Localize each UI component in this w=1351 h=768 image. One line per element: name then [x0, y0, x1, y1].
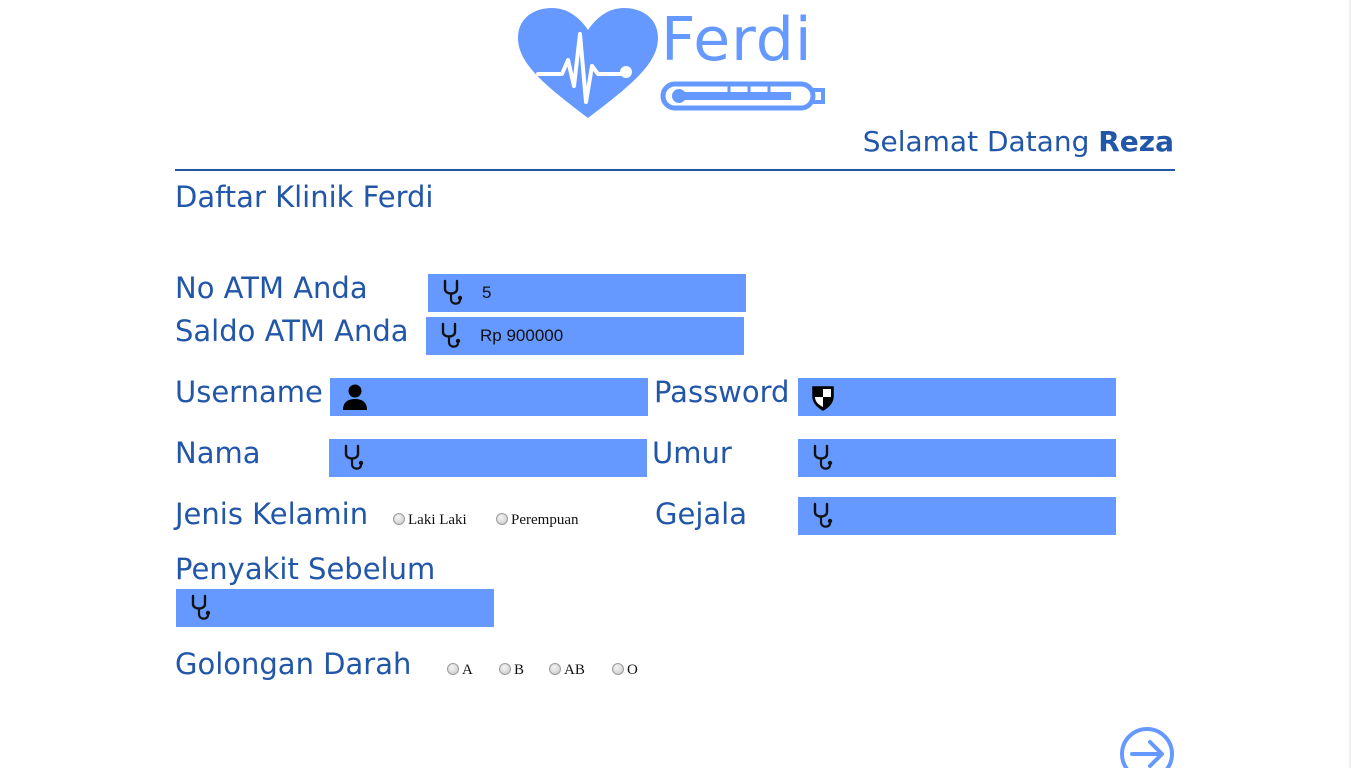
radio-label-b: B: [514, 662, 525, 678]
radio-button[interactable]: [499, 663, 511, 675]
radio-button[interactable]: [549, 663, 561, 675]
radio-label-perempuan: Perempuan: [511, 512, 579, 528]
radio-button[interactable]: [496, 513, 508, 525]
stethoscope-icon: [813, 444, 833, 470]
logo: Ferdi: [516, 5, 828, 122]
atm-number-value[interactable]: 5: [482, 274, 491, 312]
stethoscope-icon: [443, 279, 463, 305]
radio-button[interactable]: [393, 513, 405, 525]
stethoscope-icon: [344, 444, 364, 470]
shield-icon: [812, 386, 834, 411]
golongan-darah-label: Golongan Darah: [175, 647, 412, 681]
logo-text: Ferdi: [661, 5, 813, 75]
penyakit-sebelum-label: Penyakit Sebelum: [175, 552, 436, 586]
radio-button[interactable]: [612, 663, 624, 675]
username-label: Username: [175, 375, 323, 409]
radio-label-laki-laki: Laki Laki: [408, 512, 467, 528]
radio-label-a: A: [462, 662, 473, 678]
nama-label: Nama: [175, 436, 261, 470]
jenis-kelamin-label: Jenis Kelamin: [175, 497, 369, 531]
submit-button[interactable]: [1119, 726, 1175, 768]
stethoscope-icon: [813, 502, 833, 528]
penyakit-sebelum-field[interactable]: [176, 589, 494, 627]
stethoscope-icon: [191, 594, 211, 620]
user-icon: [343, 384, 367, 410]
nama-input[interactable]: [379, 443, 637, 473]
welcome-prefix: Selamat Datang: [862, 125, 1090, 158]
gejala-field[interactable]: [798, 497, 1116, 535]
username-field[interactable]: [330, 378, 648, 416]
stethoscope-icon: [441, 322, 461, 348]
arrow-right-circle-icon: [1120, 727, 1174, 768]
umur-input[interactable]: [848, 443, 1106, 473]
nama-field[interactable]: [329, 439, 647, 477]
atm-balance-value[interactable]: Rp 900000: [480, 317, 563, 355]
page-title: Daftar Klinik Ferdi: [175, 180, 434, 214]
heart-pulse-logo-icon: [518, 8, 658, 118]
thermometer-icon: [660, 81, 825, 111]
gejala-label: Gejala: [655, 497, 747, 531]
atm-balance-label: Saldo ATM Anda: [175, 314, 409, 348]
penyakit-sebelum-input[interactable]: [226, 593, 484, 623]
radio-label-ab: AB: [564, 662, 585, 678]
golongan-darah-radio-group: A B AB O: [447, 660, 647, 680]
username-input[interactable]: [380, 382, 638, 412]
umur-label: Umur: [652, 436, 732, 470]
atm-number-label: No ATM Anda: [175, 271, 368, 305]
jenis-kelamin-radio-group: Laki Laki Perempuan: [393, 510, 603, 530]
password-field[interactable]: [798, 378, 1116, 416]
welcome-username: Reza: [1098, 125, 1174, 158]
atm-number-field[interactable]: 5: [428, 274, 746, 312]
header-divider: [175, 169, 1175, 171]
gejala-input[interactable]: [848, 501, 1106, 531]
page: Ferdi Selamat Datang Reza Daftar Klinik …: [0, 0, 1351, 768]
password-label: Password: [654, 375, 790, 409]
umur-field[interactable]: [798, 439, 1116, 477]
welcome-message: Selamat Datang Reza: [863, 124, 1174, 160]
password-input[interactable]: [848, 382, 1106, 412]
radio-label-o: O: [627, 662, 638, 678]
atm-balance-field[interactable]: Rp 900000: [426, 317, 744, 355]
radio-button[interactable]: [447, 663, 459, 675]
